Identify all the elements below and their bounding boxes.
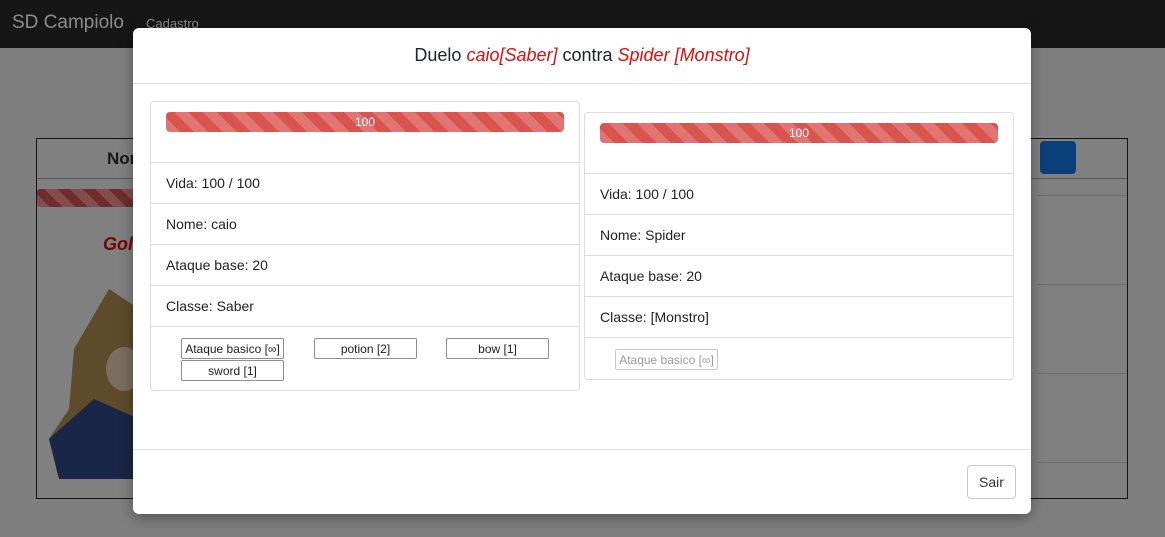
background-row-divider	[1037, 462, 1127, 463]
player-hp-bar: 100	[166, 112, 564, 132]
modal-footer	[133, 449, 1031, 514]
background-row-divider	[1037, 373, 1127, 374]
title-enemy-name: Spider [Monstro]	[617, 45, 750, 65]
modal-title: Duelo caio[Saber] contra Spider [Monstro…	[133, 45, 1031, 66]
background-row-divider	[1037, 284, 1127, 285]
enemy-card: 100 Vida: 100 / 100 Nome: Spider Ataque …	[584, 112, 1014, 380]
background-row-divider	[1037, 195, 1127, 196]
player-ataque: Ataque base: 20	[151, 245, 579, 286]
modal-header: Duelo caio[Saber] contra Spider [Monstro…	[133, 28, 1031, 84]
enemy-classe: Classe: [Monstro]	[585, 297, 1013, 338]
background-hp-bar	[37, 189, 137, 207]
action-button-potion[interactable]: potion [2]	[314, 338, 417, 359]
duel-modal: Duelo caio[Saber] contra Spider [Monstro…	[133, 28, 1031, 514]
background-gold-text: Gol	[103, 234, 133, 254]
action-button-bow[interactable]: bow [1]	[446, 338, 549, 359]
enemy-nome: Nome: Spider	[585, 215, 1013, 256]
enemy-hp-cell: 100	[585, 113, 1013, 174]
player-vida: Vida: 100 / 100	[151, 163, 579, 204]
background-button	[1040, 141, 1076, 174]
title-player-name: caio[Saber]	[466, 45, 558, 65]
title-prefix: Duelo	[414, 45, 467, 65]
enemy-vida: Vida: 100 / 100	[585, 174, 1013, 215]
action-button-ataque-basico[interactable]: Ataque basico [∞]	[181, 338, 284, 359]
enemy-hp-bar: 100	[600, 123, 998, 143]
player-card: 100 Vida: 100 / 100 Nome: caio Ataque ba…	[150, 101, 580, 391]
action-button-sword[interactable]: sword [1]	[181, 360, 284, 381]
player-hp-cell: 100	[151, 102, 579, 163]
character-portrait	[49, 289, 139, 479]
exit-button[interactable]: Sair	[967, 465, 1016, 499]
player-nome: Nome: caio	[151, 204, 579, 245]
enemy-action-button-ataque-basico: Ataque basico [∞]	[615, 349, 718, 370]
brand-link[interactable]: SD Campiolo	[12, 12, 124, 34]
player-classe: Classe: Saber	[151, 286, 579, 327]
title-middle: contra	[557, 45, 618, 65]
enemy-ataque: Ataque base: 20	[585, 256, 1013, 297]
